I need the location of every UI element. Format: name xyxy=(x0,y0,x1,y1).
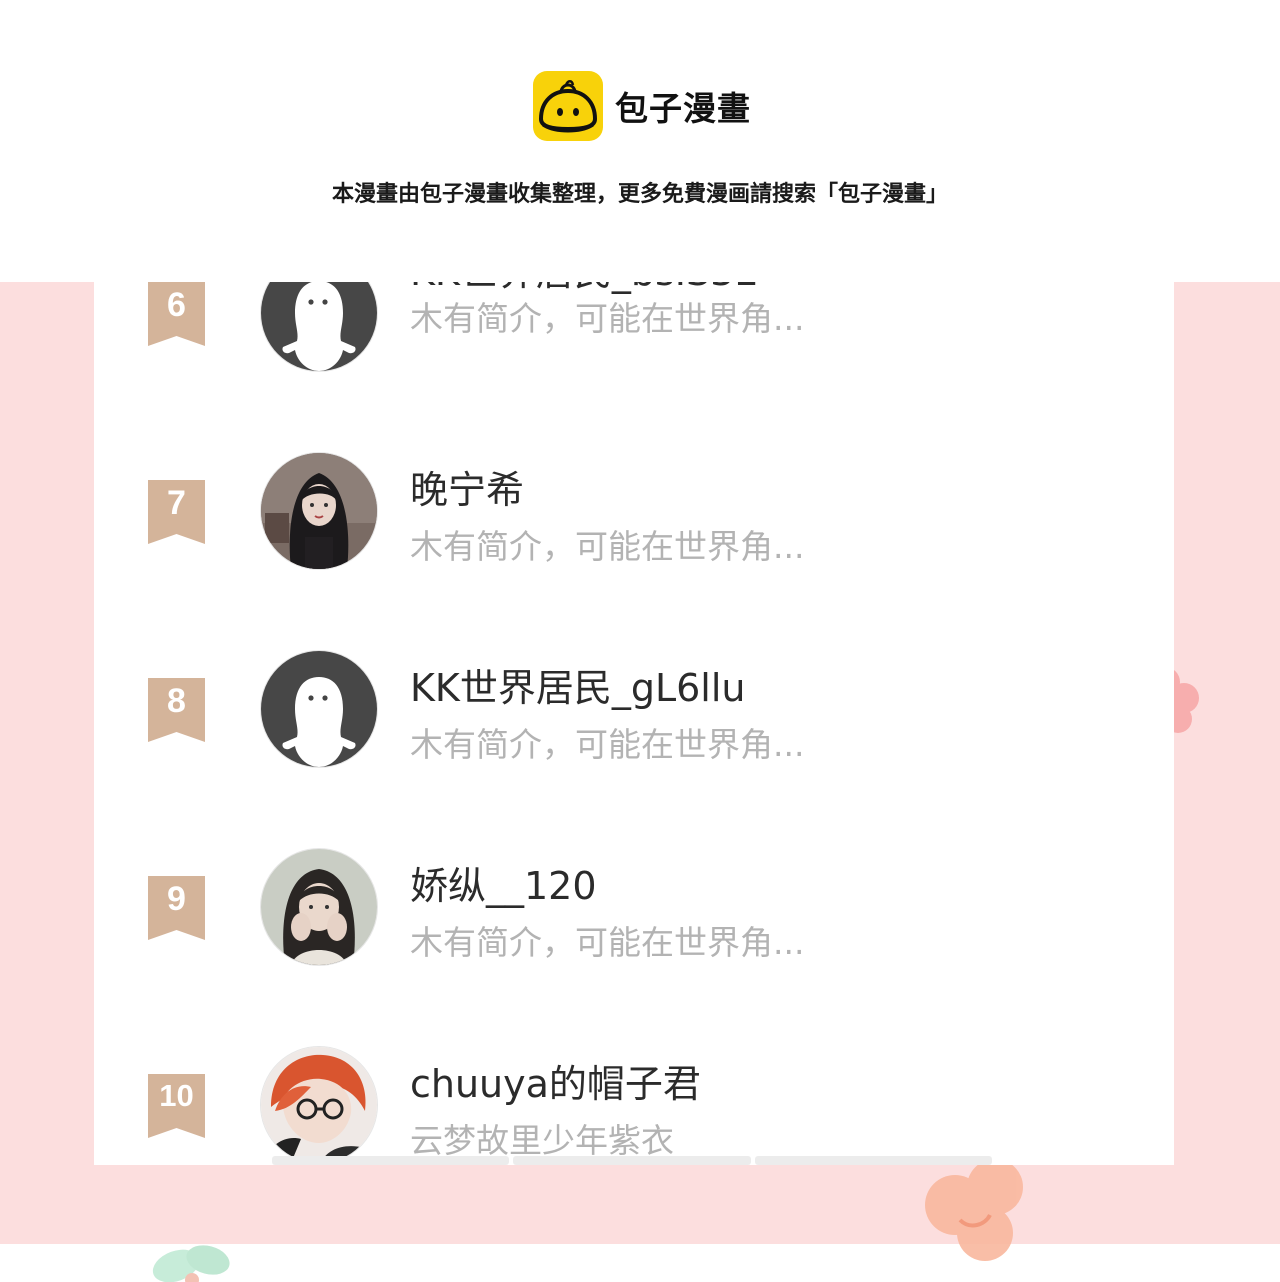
horizontal-scrollbar[interactable] xyxy=(272,1156,992,1165)
ranking-row[interactable]: 8 KK世界居民_gL6llu 木有简介，可能在世界角... xyxy=(94,648,1174,788)
user-name[interactable]: 晚宁希 xyxy=(410,459,524,514)
bun-logo-icon xyxy=(533,71,603,141)
user-name[interactable]: KK世界居民_gL6llu xyxy=(410,657,746,712)
user-bio: 云梦故里少年紫衣 xyxy=(410,1121,674,1160)
avatar[interactable] xyxy=(260,282,378,372)
ranking-row[interactable]: 9 娇纵__120 木有简介，可能在世界角... xyxy=(94,846,1174,986)
rank-badge: 8 xyxy=(148,678,205,742)
avatar[interactable] xyxy=(260,452,378,570)
rank-badge: 9 xyxy=(148,876,205,940)
orange-flower-icon xyxy=(925,1159,1023,1261)
ghost-avatar-icon xyxy=(261,282,377,371)
user-bio: 木有简介，可能在世界角... xyxy=(410,299,805,338)
rank-number: 8 xyxy=(167,682,186,720)
user-bio: 木有简介，可能在世界角... xyxy=(410,923,805,962)
scroll-segment xyxy=(754,1156,992,1165)
watermark-header: 包子漫畫 本漫畫由包子漫畫收集整理，更多免費漫画請搜索「包子漫畫」 xyxy=(0,0,1280,282)
ghost-avatar-icon xyxy=(261,651,377,767)
brand-name: 包子漫畫 xyxy=(615,89,751,128)
user-bio: 木有简介，可能在世界角... xyxy=(410,725,805,764)
brand-logo: 包子漫畫 xyxy=(533,71,751,141)
rank-badge: 6 xyxy=(148,282,205,346)
anime-boy-avatar xyxy=(261,1047,377,1163)
avatar[interactable] xyxy=(260,1046,378,1164)
user-name[interactable]: chuuya的帽子君 xyxy=(410,1053,701,1108)
scroll-segment xyxy=(513,1156,751,1165)
user-name[interactable]: 娇纵__120 xyxy=(410,855,597,910)
anime-girl-avatar xyxy=(261,453,377,569)
avatar[interactable] xyxy=(260,848,378,966)
rank-number: 9 xyxy=(167,880,186,918)
photo-girl-avatar xyxy=(261,849,377,965)
ranking-row[interactable]: 10 chuuya的帽子君 云梦故里少年紫衣 xyxy=(94,1044,1174,1165)
rank-number: 10 xyxy=(159,1078,194,1113)
ranking-panel: 6 KK世界居民_bsIS3L 木有简介，可能在世界角... 7 xyxy=(94,282,1174,1165)
ranking-row[interactable]: 6 KK世界居民_bsIS3L 木有简介，可能在世界角... xyxy=(94,282,1174,391)
scroll-segment xyxy=(272,1156,510,1165)
rank-badge: 10 xyxy=(148,1074,205,1138)
user-bio: 木有简介，可能在世界角... xyxy=(410,527,805,566)
green-leaf-icon xyxy=(152,1245,230,1282)
ranking-row[interactable]: 7 晚宁希 木有简介，可能在世界角... xyxy=(94,450,1174,590)
rank-badge: 7 xyxy=(148,480,205,544)
avatar[interactable] xyxy=(260,650,378,768)
rank-number: 7 xyxy=(167,484,186,522)
rank-number: 6 xyxy=(167,286,186,324)
collection-notice: 本漫畫由包子漫畫收集整理，更多免費漫画請搜索「包子漫畫」 xyxy=(331,182,948,207)
